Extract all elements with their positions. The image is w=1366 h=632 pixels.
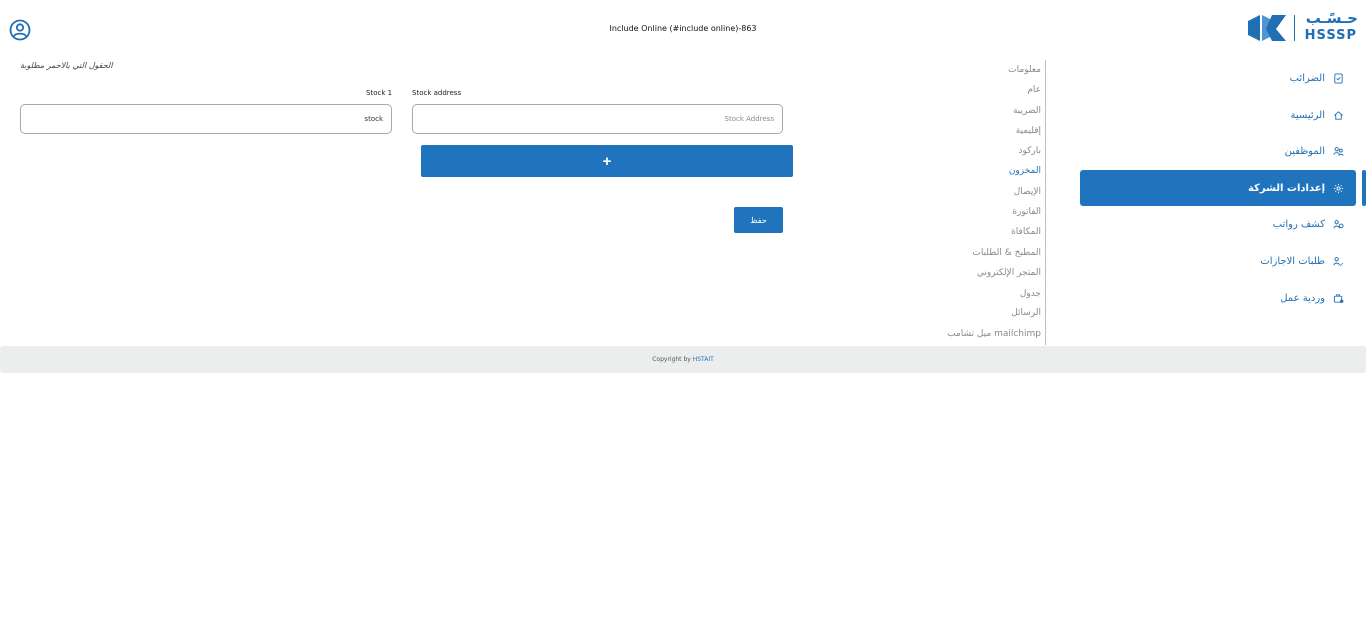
payroll-icon: [1333, 219, 1344, 228]
subnav-item-tax[interactable]: الضريبة: [1013, 106, 1041, 116]
shift-briefcase-icon: [1333, 293, 1344, 303]
subnav-item-receipt[interactable]: الإيصال: [1014, 187, 1041, 197]
gear-icon: [1333, 183, 1344, 193]
sidebar-item-payroll[interactable]: كشف رواتب: [1080, 206, 1356, 242]
sidebar-item-label: كشف رواتب: [1272, 218, 1325, 230]
company-title: Include Online (#include online)-863: [609, 24, 757, 33]
logo-text-arabic: حـسًـب: [1305, 9, 1358, 27]
subnav-item-barcode[interactable]: باركود: [1018, 146, 1041, 156]
sidebar-item-employees[interactable]: الموظفين: [1080, 133, 1356, 169]
header: Include Online (#include online)-863 حـس…: [0, 0, 1366, 58]
tax-document-icon: [1334, 72, 1343, 84]
sidebar-item-label: وردية عمل: [1280, 292, 1325, 304]
stock-name-input[interactable]: [20, 104, 392, 134]
subnav-item-e-store[interactable]: المتجر الإلكتروني: [977, 268, 1041, 278]
users-icon: [1333, 146, 1344, 156]
stock-address-label: Stock address: [412, 89, 462, 97]
logo-text-english: HSSSP: [1304, 28, 1357, 43]
leave-request-icon: [1333, 256, 1344, 266]
subnav-item-info[interactable]: معلومات: [1008, 65, 1041, 75]
stock-address-input[interactable]: [412, 104, 783, 134]
subnav-item-invoice[interactable]: الفاتورة: [1012, 207, 1041, 217]
sidebar-item-home[interactable]: الرئيسية: [1080, 97, 1356, 133]
stock-name-label: Stock 1: [366, 89, 393, 97]
logo-mark-icon: [1248, 15, 1286, 41]
copyright-link[interactable]: HSTAIT: [693, 356, 714, 363]
subnav-item-general[interactable]: عام: [1027, 85, 1041, 95]
subnav-item-schedule[interactable]: جدول: [1020, 289, 1041, 299]
subnav-item-regional[interactable]: إقليمية: [1016, 126, 1041, 136]
settings-subnav: معلومات عام الضريبة إقليمية باركود المخز…: [940, 60, 1046, 345]
copyright-text: Copyright by: [652, 356, 693, 363]
required-fields-note: الحقول التي بالاحمر مطلوبة: [20, 61, 113, 70]
sidebar-item-label: الموظفين: [1284, 145, 1325, 157]
subnav-item-messages[interactable]: الرسائل: [1011, 308, 1041, 318]
sidebar-item-label: الضرائب: [1289, 72, 1325, 84]
sidebar-item-label: طلبات الاجازات: [1260, 255, 1325, 267]
sidebar-item-leave-requests[interactable]: طلبات الاجازات: [1080, 243, 1356, 279]
sidebar-item-taxes[interactable]: الضرائب: [1080, 60, 1356, 96]
footer: Copyright by HSTAIT: [0, 346, 1366, 373]
home-icon: [1334, 110, 1343, 120]
sidebar-item-work-shift[interactable]: وردية عمل: [1080, 280, 1356, 316]
active-item-marker: [1362, 170, 1366, 206]
subnav-item-mailchimp[interactable]: mailchimp ميل تشامب: [947, 329, 1041, 339]
add-stock-button[interactable]: +: [421, 145, 793, 177]
subnav-item-inventory[interactable]: المخزون: [1009, 166, 1041, 176]
sidebar-item-label: إعدادات الشركة: [1247, 182, 1325, 194]
sidebar-item-label: الرئيسية: [1290, 109, 1325, 121]
subnav-item-rewards[interactable]: المكافاة: [1011, 227, 1041, 237]
sidebar-item-company-settings[interactable]: إعدادات الشركة: [1080, 170, 1356, 206]
app-logo[interactable]: حـسًـب HSSSP: [1246, 9, 1358, 45]
save-button[interactable]: حفظ: [734, 207, 783, 233]
logo-divider: [1294, 15, 1295, 41]
page: Include Online (#include online)-863 حـس…: [0, 0, 1366, 632]
subnav-item-kitchen-orders[interactable]: المطبخ & الطلبات: [972, 248, 1041, 258]
